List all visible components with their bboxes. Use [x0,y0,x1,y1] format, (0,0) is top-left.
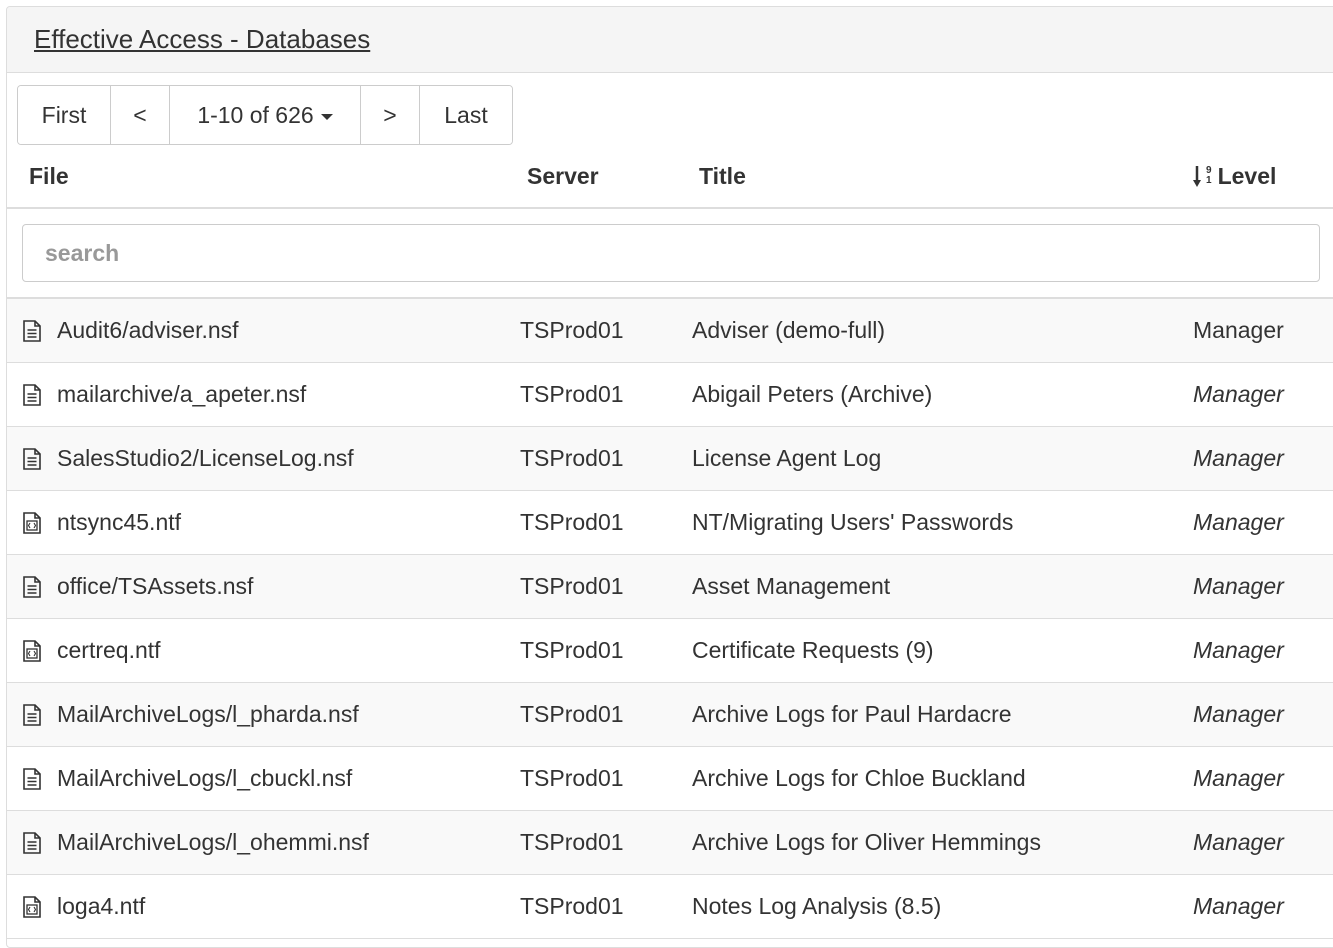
column-header-file[interactable]: File [29,147,69,205]
sort-numeric-desc-icon: 91 [1193,164,1212,188]
column-header-level[interactable]: 91 Level [1193,147,1276,205]
page-range-dropdown[interactable]: 1-10 of 626 [170,86,361,144]
title-cell: Adviser (demo-full) [692,317,885,343]
table-body: Audit6/adviser.nsf TSProd01 Adviser (demo-… [7,299,1333,939]
column-header-server[interactable]: Server [527,147,599,205]
title-cell: Certificate Requests (9) [692,637,934,663]
level-cell: Manager [1193,637,1284,663]
level-cell: Manager [1193,573,1284,599]
file-cell: mailarchive/a_apeter.nsf [22,363,306,426]
title-cell: Archive Logs for Oliver Hemmings [692,829,1041,855]
file-name: MailArchiveLogs/l_pharda.nsf [57,701,359,727]
file-cell: Audit6/adviser.nsf [22,299,239,362]
file-cell: loga4.ntf [22,875,145,938]
server-cell: TSProd01 [520,637,624,663]
sort-digits-icon: 91 [1206,165,1212,186]
table-row[interactable]: MailArchiveLogs/l_ohemmi.nsf TSProd01 Arch… [7,811,1333,875]
level-cell: Manager [1193,765,1284,791]
document-icon [22,703,57,726]
first-page-button[interactable]: First [18,86,111,144]
server-cell: TSProd01 [520,701,624,727]
document-icon [22,447,57,470]
file-cell: SalesStudio2/LicenseLog.nsf [22,427,354,490]
document-icon [22,575,57,598]
table-row[interactable]: MailArchiveLogs/l_cbuckl.nsf TSProd01 Arch… [7,747,1333,811]
title-cell: NT/Migrating Users' Passwords [692,509,1014,535]
column-header-title[interactable]: Title [699,147,746,205]
table-header: File Server Title 91 Level [7,147,1333,209]
caret-down-icon [320,113,333,120]
document-icon [22,319,57,342]
level-cell: Manager [1193,381,1284,407]
document-icon [22,767,57,790]
sort-arrow-icon [1193,166,1201,187]
level-cell: Manager [1193,509,1284,535]
document-icon [22,831,57,854]
server-cell: TSProd01 [520,445,624,471]
previous-page-button[interactable]: < [111,86,170,144]
effective-access-panel: Effective Access - Databases First < 1-1… [6,6,1333,948]
file-name: MailArchiveLogs/l_cbuckl.nsf [57,765,353,791]
file-cell: MailArchiveLogs/l_cbuckl.nsf [22,747,352,810]
page-range-label: 1-10 of 626 [197,101,314,128]
file-cell: MailArchiveLogs/l_ohemmi.nsf [22,811,369,874]
file-name: SalesStudio2/LicenseLog.nsf [57,445,354,471]
server-cell: TSProd01 [520,765,624,791]
server-cell: TSProd01 [520,893,624,919]
level-cell: Manager [1193,829,1284,855]
table-row[interactable]: loga4.ntf TSProd01 Notes Log Analysis (8.5… [7,875,1333,939]
template-icon [22,511,57,534]
file-name: MailArchiveLogs/l_ohemmi.nsf [57,829,369,855]
server-cell: TSProd01 [520,829,624,855]
title-cell: Asset Management [692,573,891,599]
file-name: ntsync45.ntf [57,509,182,535]
file-cell: certreq.ntf [22,619,161,682]
file-cell: MailArchiveLogs/l_pharda.nsf [22,683,359,746]
column-header-level-label: Level [1217,162,1277,189]
table-row[interactable]: SalesStudio2/LicenseLog.nsf TSProd01 Licen… [7,427,1333,491]
table-row[interactable]: certreq.ntf TSProd01 Certificate Requests … [7,619,1333,683]
pagination: First < 1-10 of 626 > Last [17,85,513,145]
file-cell: office/TSAssets.nsf [22,555,253,618]
level-cell: Manager [1193,701,1284,727]
last-page-button[interactable]: Last [420,86,512,144]
table-row[interactable]: Audit6/adviser.nsf TSProd01 Adviser (demo-… [7,299,1333,363]
search-input[interactable] [22,224,1320,282]
panel-heading: Effective Access - Databases [7,7,1333,73]
server-cell: TSProd01 [520,317,624,343]
file-name: certreq.ntf [57,637,161,663]
title-cell: Notes Log Analysis (8.5) [692,893,942,919]
level-cell: Manager [1193,317,1284,343]
file-name: Audit6/adviser.nsf [57,317,239,343]
server-cell: TSProd01 [520,381,624,407]
document-icon [22,383,57,406]
level-cell: Manager [1193,445,1284,471]
level-cell: Manager [1193,893,1284,919]
server-cell: TSProd01 [520,573,624,599]
table-row[interactable]: office/TSAssets.nsf TSProd01 Asset Managem… [7,555,1333,619]
file-name: loga4.ntf [57,893,146,919]
table-row[interactable]: MailArchiveLogs/l_pharda.nsf TSProd01 Arch… [7,683,1333,747]
template-icon [22,639,57,662]
template-icon [22,895,57,918]
title-cell: Archive Logs for Paul Hardacre [692,701,1012,727]
search-row [7,209,1333,299]
title-cell: License Agent Log [692,445,882,471]
title-cell: Abigail Peters (Archive) [692,381,933,407]
server-cell: TSProd01 [520,509,624,535]
file-name: office/TSAssets.nsf [57,573,254,599]
title-cell: Archive Logs for Chloe Buckland [692,765,1026,791]
file-cell: ntsync45.ntf [22,491,181,554]
panel-title-link[interactable]: Effective Access - Databases [34,24,370,55]
next-page-button[interactable]: > [361,86,420,144]
table-row[interactable]: mailarchive/a_apeter.nsf TSProd01 Abigail … [7,363,1333,427]
file-name: mailarchive/a_apeter.nsf [57,381,307,407]
table-row[interactable]: ntsync45.ntf TSProd01 NT/Migrating Users' … [7,491,1333,555]
